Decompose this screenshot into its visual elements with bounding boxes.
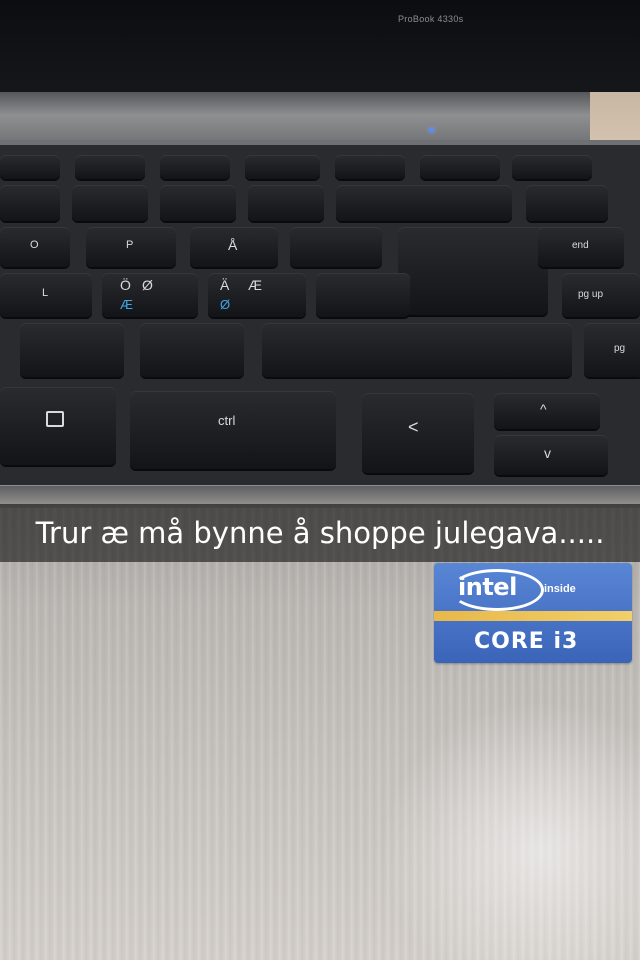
keyboard-key bbox=[140, 323, 244, 377]
keyboard-key-pgdn: pg bbox=[584, 323, 640, 377]
keyboard-key bbox=[160, 155, 230, 179]
keyboard-key bbox=[512, 155, 592, 179]
keyboard-key bbox=[335, 155, 405, 179]
shift-key bbox=[262, 323, 572, 377]
keyboard-key-pgup: pg up bbox=[562, 273, 640, 317]
keyboard-key bbox=[160, 185, 236, 221]
intel-logo-text: intel bbox=[458, 573, 517, 601]
screen-model-label: ProBook 4330s bbox=[398, 14, 464, 24]
menu-icon bbox=[46, 411, 64, 427]
photo-scene: ProBook 4330s O P Å end L Ö Ø Æ Ä Æ Ø pg… bbox=[0, 0, 640, 960]
light-glare bbox=[380, 700, 640, 960]
power-led-icon bbox=[429, 128, 434, 132]
keyboard-key bbox=[245, 155, 320, 179]
arrow-left-key: < bbox=[362, 393, 474, 473]
keyboard-key-a-umlaut: Ä Æ Ø bbox=[208, 273, 306, 317]
arrow-up-key: ^ bbox=[494, 393, 600, 429]
keyboard-key bbox=[72, 185, 148, 221]
keyboard-key bbox=[526, 185, 608, 221]
enter-key bbox=[398, 227, 548, 315]
keyboard-key-end: end bbox=[538, 227, 624, 267]
core-i3-text: CORE i3 bbox=[474, 629, 579, 654]
sticker-gold-band bbox=[434, 611, 632, 621]
keyboard-key bbox=[248, 185, 324, 221]
keyboard-key-o: O bbox=[0, 227, 70, 267]
caption-text: Trur æ må bynne å shoppe julegava..... bbox=[35, 516, 605, 550]
keyboard-key-a-ring: Å bbox=[190, 227, 278, 267]
keyboard-key bbox=[75, 155, 145, 179]
keyboard-key bbox=[420, 155, 500, 179]
keyboard-well: O P Å end L Ö Ø Æ Ä Æ Ø pg up pg ctrl < … bbox=[0, 145, 640, 485]
keyboard-key-ctrl: ctrl bbox=[130, 391, 336, 469]
keyboard-key-l: L bbox=[0, 273, 92, 317]
keyboard-key-p: P bbox=[86, 227, 176, 267]
intel-core-i3-sticker: intel inside CORE i3 bbox=[434, 563, 632, 663]
menu-key bbox=[0, 387, 116, 465]
keyboard-key bbox=[20, 323, 124, 377]
keyboard-key bbox=[0, 155, 60, 179]
keyboard-key bbox=[316, 273, 410, 317]
keyboard-key-o-umlaut: Ö Ø Æ bbox=[102, 273, 198, 317]
laptop-screen-bezel: ProBook 4330s bbox=[0, 0, 640, 96]
keyboard-key bbox=[290, 227, 382, 267]
intel-inside-text: inside bbox=[544, 583, 576, 595]
keyboard-key bbox=[0, 185, 60, 221]
backspace-key bbox=[336, 185, 512, 221]
arrow-down-key: v bbox=[494, 435, 608, 475]
